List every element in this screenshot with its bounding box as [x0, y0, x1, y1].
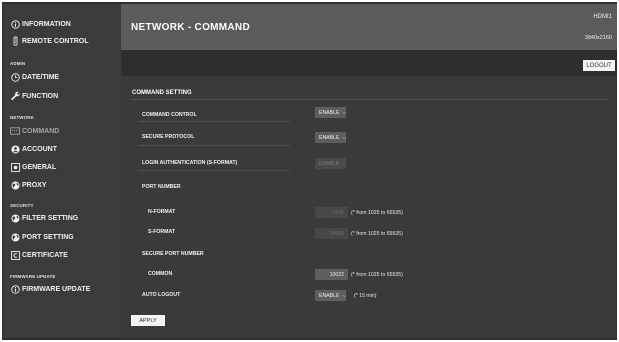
globe-icon: [10, 213, 20, 223]
common-port-input[interactable]: 10022: [315, 269, 348, 280]
auto-logout-select[interactable]: ENABLE ⌵: [315, 290, 347, 301]
login-auth-label: LOGIN AUTHENTICATION (S-FORMAT): [142, 160, 238, 166]
sidebar-item-filter-setting[interactable]: FILTER SETTING: [10, 213, 78, 223]
clock-icon: [10, 72, 20, 82]
secure-port-label: SECURE PORT NUMBER: [142, 251, 204, 257]
secure-protocol-select[interactable]: ENABLE ⌵: [315, 132, 347, 143]
chevron-down-icon: ⌵: [342, 160, 347, 167]
sidebar-section-firmware: FIRMWARE UPDATE: [10, 274, 56, 279]
select-value: ENABLE: [319, 134, 340, 141]
globe-icon: [10, 232, 20, 242]
input-source-label: HDMI1: [593, 14, 612, 20]
sidebar-item-label: INFORMATION: [22, 20, 71, 28]
globe-icon: [10, 180, 20, 190]
common-label: COMMON: [148, 271, 173, 277]
sidebar-item-remote-control[interactable]: REMOTE CONTROL: [10, 36, 89, 46]
command-control-label: COMMAND CONTROL: [142, 112, 197, 118]
apply-button[interactable]: APPLY: [131, 315, 165, 326]
chevron-down-icon: ⌵: [342, 109, 347, 116]
chevron-down-icon: ⌵: [342, 292, 347, 299]
certificate-icon: [10, 250, 20, 260]
sidebar-item-label: PORT SETTING: [22, 233, 74, 241]
command-control-select[interactable]: ENABLE ⌵: [315, 107, 347, 118]
row-divider: [138, 170, 290, 171]
sidebar-item-label: FUNCTION: [22, 92, 59, 100]
sidebar-item-general[interactable]: GENERAL: [10, 162, 56, 172]
settings-panel-icon: [10, 162, 20, 172]
command-settings-panel: COMMAND SETTING COMMAND CONTROL ENABLE ⌵…: [121, 76, 617, 338]
sidebar-item-label: CERTIFICATE: [22, 251, 68, 259]
sidebar-section-security: SECURITY: [10, 203, 34, 208]
n-format-hint: (* from 1025 to 65535): [351, 210, 403, 216]
row-divider: [138, 145, 290, 146]
sidebar-item-label: REMOTE CONTROL: [22, 37, 89, 45]
chevron-down-icon: ⌵: [342, 134, 347, 141]
sidebar-item-information[interactable]: INFORMATION: [10, 19, 71, 29]
sidebar-item-label: FIRMWARE UPDATE: [22, 285, 91, 293]
s-format-input[interactable]: 10008: [315, 228, 348, 239]
login-auth-select[interactable]: ENABLE ⌵: [315, 158, 347, 169]
sidebar-item-proxy[interactable]: PROXY: [10, 180, 47, 190]
select-value: ENABLE: [319, 160, 340, 167]
logout-button[interactable]: LOGOUT: [583, 60, 615, 71]
section-divider: [131, 99, 609, 100]
sidebar-item-label: COMMAND: [22, 127, 60, 135]
resolution-label: 3840x2160: [584, 35, 612, 41]
common-hint: (* from 1025 to 65535): [351, 272, 403, 278]
n-format-input[interactable]: 7142: [315, 207, 348, 218]
sidebar-item-label: ACCOUNT: [22, 145, 57, 153]
remote-icon: [10, 36, 20, 46]
sidebar-section-network: NETWORK: [10, 115, 34, 120]
info-icon: [10, 284, 20, 294]
sidebar-section-admin: ADMIN: [10, 61, 26, 66]
sidebar-item-label: DATE/TIME: [22, 73, 60, 81]
sidebar-item-label: PROXY: [22, 181, 47, 189]
header-bar: NETWORK - COMMAND HDMI1 3840x2160: [121, 4, 617, 50]
auto-logout-label: AUTO LOGOUT: [142, 292, 181, 298]
command-icon: [10, 126, 20, 136]
secure-protocol-label: SECURE PROTOCOL: [142, 134, 195, 140]
wrench-icon: [10, 91, 20, 101]
port-number-label: PORT NUMBER: [142, 184, 181, 190]
sidebar-item-certificate[interactable]: CERTIFICATE: [10, 250, 68, 260]
row-divider: [138, 121, 290, 122]
sidebar-item-label: FILTER SETTING: [22, 214, 79, 222]
user-icon: [10, 144, 20, 154]
n-format-label: N-FORMAT: [148, 209, 176, 215]
sidebar-item-date-time[interactable]: DATE/TIME: [10, 72, 59, 82]
sidebar-item-account[interactable]: ACCOUNT: [10, 144, 57, 154]
auto-logout-hint: (* 15 min): [354, 293, 377, 299]
sidebar-item-command[interactable]: COMMAND: [10, 126, 59, 136]
sidebar-item-port-setting[interactable]: PORT SETTING: [10, 232, 74, 242]
sidebar-item-firmware-update[interactable]: FIRMWARE UPDATE: [10, 284, 90, 294]
section-title: COMMAND SETTING: [132, 90, 192, 96]
info-icon: [10, 19, 20, 29]
sidebar: INFORMATION REMOTE CONTROL ADMIN DATE/TI…: [3, 4, 121, 338]
s-format-label: S-FORMAT: [148, 229, 175, 235]
sidebar-item-label: GENERAL: [22, 163, 57, 171]
sidebar-item-function[interactable]: FUNCTION: [10, 91, 58, 101]
select-value: ENABLE: [319, 292, 340, 299]
s-format-hint: (* from 1025 to 65535): [351, 231, 403, 237]
select-value: ENABLE: [319, 109, 340, 116]
page-title: NETWORK - COMMAND: [131, 22, 250, 33]
